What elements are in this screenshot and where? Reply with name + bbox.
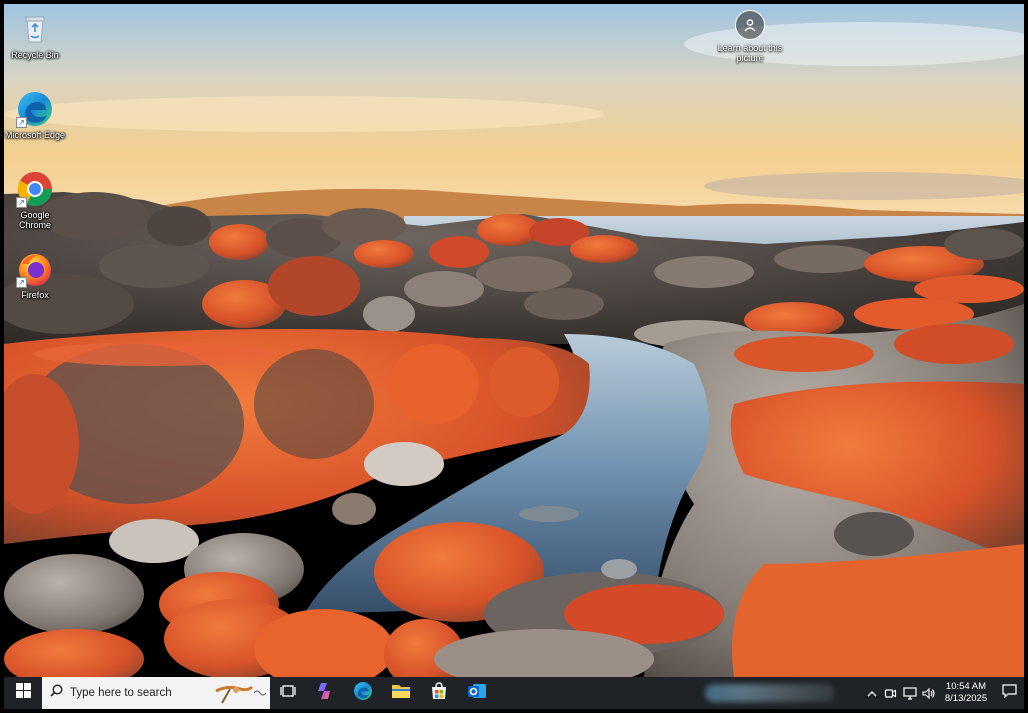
volume-icon[interactable] (919, 677, 938, 709)
notification-icon (1001, 683, 1017, 703)
blurred-taskbar-item[interactable] (705, 684, 835, 702)
edge-icon: ↗ (16, 90, 54, 128)
taskbar-app-store[interactable] (420, 677, 458, 709)
task-view-button[interactable] (270, 677, 306, 709)
outlook-icon (467, 682, 487, 705)
shortcut-arrow-icon: ↗ (16, 277, 27, 288)
windows-logo-icon (15, 683, 31, 703)
desktop-icon-firefox[interactable]: ↗ Firefox (4, 250, 66, 300)
taskbar-clock[interactable]: 10:54 AM 8/13/2025 (938, 681, 994, 705)
search-icon (50, 684, 63, 702)
task-view-icon (280, 684, 296, 703)
taskbar-app-copilot[interactable] (306, 677, 344, 709)
desktop-icon-label: Microsoft Edge (4, 130, 66, 140)
store-icon (430, 681, 448, 705)
start-button[interactable] (4, 677, 42, 709)
clock-time: 10:54 AM (945, 681, 987, 692)
shortcut-arrow-icon: ↗ (16, 117, 27, 128)
search-highlight-illustration (212, 681, 267, 709)
notification-center-button[interactable] (994, 677, 1024, 709)
meet-now-icon[interactable] (881, 677, 900, 709)
clock-date: 8/13/2025 (944, 693, 988, 704)
edge-icon (353, 681, 373, 706)
learn-about-this-picture[interactable]: Learn about this picture (716, 10, 784, 63)
desktop-icon-edge[interactable]: ↗ Microsoft Edge (4, 90, 66, 140)
taskbar-app-edge[interactable] (344, 677, 382, 709)
taskbar-app-file-explorer[interactable] (382, 677, 420, 709)
system-tray: 10:54 AM 8/13/2025 (862, 677, 1024, 709)
taskbar: Type here to search 10:54 AM 8/13/2025 (4, 677, 1024, 709)
folder-icon (391, 682, 411, 705)
desktop-icon-chrome[interactable]: ↗ Google Chrome (4, 170, 66, 230)
network-icon[interactable] (900, 677, 919, 709)
desktop-icon-label: Firefox (21, 290, 49, 300)
desktop-wallpaper (4, 4, 1024, 677)
copilot-icon (315, 681, 335, 706)
learn-about-label: Learn about this picture (717, 43, 783, 63)
chevron-up-icon[interactable] (862, 677, 881, 709)
desktop-icon-label: Google Chrome (18, 210, 51, 230)
desktop-icon-recycle-bin[interactable]: Recycle Bin (4, 10, 66, 60)
firefox-icon: ↗ (16, 250, 54, 288)
desktop-icon-label: Recycle Bin (11, 50, 59, 60)
chrome-icon: ↗ (16, 170, 54, 208)
camera-info-icon (735, 10, 765, 40)
taskbar-search-box[interactable]: Type here to search (42, 677, 270, 709)
shortcut-arrow-icon: ↗ (16, 197, 27, 208)
taskbar-app-outlook[interactable] (458, 677, 496, 709)
desktop-screen: Recycle Bin ↗ Microsoft Edge ↗ Google Ch… (4, 4, 1024, 709)
search-placeholder: Type here to search (70, 687, 172, 699)
recycle-bin-icon (16, 10, 54, 48)
